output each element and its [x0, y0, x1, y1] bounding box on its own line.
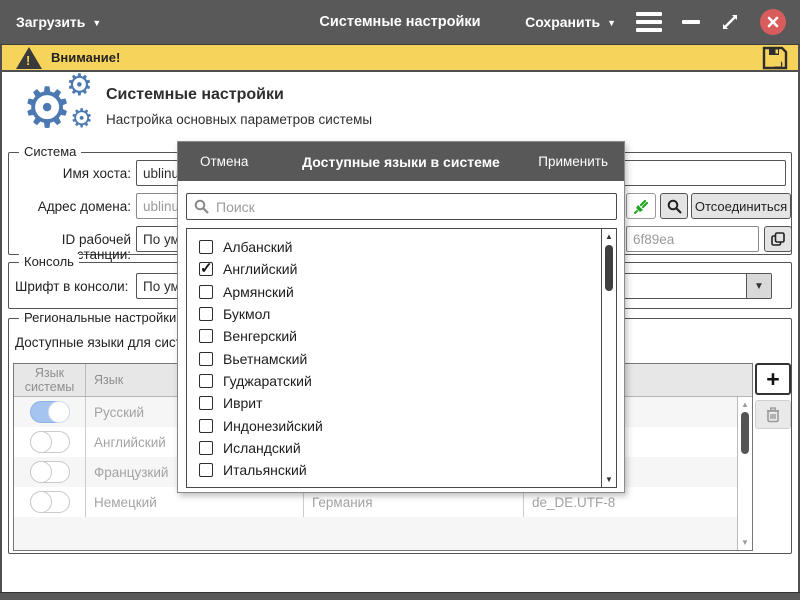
warning-text: Внимание! — [51, 50, 121, 65]
workstation-id-value-input[interactable]: 6f89ea — [626, 226, 759, 252]
delete-language-button[interactable] — [755, 400, 791, 429]
system-legend: Система — [19, 144, 82, 159]
copy-button[interactable] — [764, 226, 792, 252]
close-button[interactable] — [760, 9, 786, 35]
table-scrollbar[interactable]: ▲ ▼ — [737, 397, 752, 550]
language-label: Иврит — [223, 395, 263, 412]
checkbox[interactable] — [199, 418, 213, 433]
checkbox[interactable] — [199, 373, 213, 388]
system-language-toggle[interactable] — [29, 400, 70, 423]
dialog-search-input[interactable] — [216, 198, 616, 215]
search-icon — [667, 199, 681, 213]
system-language-toggle[interactable] — [29, 490, 70, 513]
language-label: Венгерский — [223, 328, 297, 345]
dialog-language-item[interactable]: Итальянский — [199, 459, 616, 481]
scrollbar-thumb[interactable] — [741, 412, 749, 454]
search-icon — [194, 199, 209, 214]
plug-icon-button[interactable] — [626, 193, 656, 219]
system-language-toggle[interactable] — [29, 430, 70, 453]
dialog-language-item[interactable]: Букмол — [199, 303, 616, 325]
warning-bar: ! Внимание! — [2, 45, 798, 72]
dialog-language-item[interactable]: Английский — [199, 258, 616, 280]
languages-dialog: Отмена Доступные языки в системе Примени… — [177, 141, 625, 493]
system-language-toggle[interactable] — [29, 460, 70, 483]
dialog-language-item[interactable]: Вьетнамский — [199, 347, 616, 369]
language-label: Армянский — [223, 283, 294, 300]
add-language-button[interactable]: + — [755, 363, 791, 395]
language-label: Букмол — [223, 306, 271, 323]
scroll-up-icon[interactable]: ▲ — [738, 400, 752, 409]
plug-icon — [633, 199, 648, 214]
disconnect-button[interactable]: Отсоединиться — [691, 193, 791, 219]
dialog-language-item[interactable]: Гуджаратский — [199, 370, 616, 392]
title-bar: Загрузить ▼ Системные настройки Сохранит… — [0, 0, 800, 45]
console-legend: Консоль — [19, 254, 79, 269]
language-label: Вьетнамский — [223, 350, 308, 367]
bottom-bar — [0, 592, 800, 600]
floppy-save-icon[interactable] — [762, 46, 788, 70]
checkbox[interactable] — [199, 440, 213, 455]
dialog-language-item[interactable]: Иврит — [199, 392, 616, 414]
copy-icon — [771, 232, 785, 246]
language-label: Албанский — [223, 239, 293, 256]
warning-icon: ! — [16, 46, 42, 69]
scroll-down-icon[interactable]: ▼ — [738, 538, 752, 547]
dialog-language-item[interactable]: Венгерский — [199, 325, 616, 347]
hamburger-menu-icon[interactable] — [636, 12, 662, 32]
language-label: Английский — [223, 261, 298, 278]
checkbox[interactable] — [199, 329, 213, 344]
language-label: Индонезийский — [223, 417, 323, 434]
checkbox[interactable] — [199, 463, 213, 478]
console-font-label: Шрифт в консоли: — [15, 279, 129, 294]
dialog-header: Отмена Доступные языки в системе Примени… — [178, 142, 624, 181]
load-menu-label: Загрузить — [16, 14, 86, 30]
scrollbar-thumb[interactable] — [604, 245, 613, 291]
dialog-language-item[interactable]: Исландский — [199, 437, 616, 459]
checkbox[interactable] — [199, 259, 213, 277]
dialog-language-list: Албанский Английский Армянский Букмол Ве… — [186, 228, 617, 488]
gears-icon: ⚙ ⚙ ⚙ — [22, 68, 94, 141]
scroll-up-icon[interactable]: ▲ — [602, 232, 616, 241]
dialog-language-item[interactable]: Индонезийский — [199, 414, 616, 436]
search-button[interactable] — [660, 193, 688, 219]
language-label: Гуджаратский — [223, 372, 312, 389]
minimize-button[interactable] — [682, 20, 700, 24]
dialog-search-box — [186, 193, 617, 220]
save-menu-button[interactable]: Сохранить ▼ — [525, 14, 616, 30]
language-label: Исландский — [223, 439, 301, 456]
load-menu-button[interactable]: Загрузить ▼ — [0, 14, 101, 30]
checkbox[interactable] — [199, 240, 213, 255]
checkbox[interactable] — [199, 307, 213, 322]
column-header-system-language: Язык системы — [14, 364, 86, 396]
page-subtitle: Настройка основных параметров системы — [106, 112, 373, 127]
dialog-scrollbar[interactable]: ▲ ▼ — [601, 229, 616, 487]
domain-label: Адрес домена: — [37, 199, 131, 214]
save-menu-label: Сохранить — [525, 14, 601, 30]
checkbox[interactable] — [199, 351, 213, 366]
trash-icon — [767, 407, 779, 423]
regional-legend: Региональные настройки — [19, 310, 182, 325]
language-label: Итальянский — [223, 462, 307, 479]
dialog-language-item[interactable]: Армянский — [199, 281, 616, 303]
chevron-down-icon[interactable]: ▼ — [746, 274, 771, 298]
hostname-label: Имя хоста: — [62, 166, 131, 181]
dialog-language-item[interactable]: Албанский — [199, 236, 616, 258]
dialog-apply-button[interactable]: Применить — [538, 154, 624, 169]
dialog-cancel-button[interactable]: Отмена — [178, 154, 248, 169]
chevron-down-icon: ▼ — [607, 18, 616, 28]
scroll-down-icon[interactable]: ▼ — [602, 475, 616, 484]
maximize-icon[interactable] — [720, 12, 740, 32]
checkbox[interactable] — [199, 396, 213, 411]
checkbox[interactable] — [199, 284, 213, 299]
chevron-down-icon: ▼ — [92, 18, 102, 28]
app-window: Загрузить ▼ Системные настройки Сохранит… — [0, 0, 800, 600]
page-header: ⚙ ⚙ ⚙ Системные настройки Настройка основн… — [2, 68, 798, 142]
page-title: Системные настройки — [106, 86, 284, 103]
